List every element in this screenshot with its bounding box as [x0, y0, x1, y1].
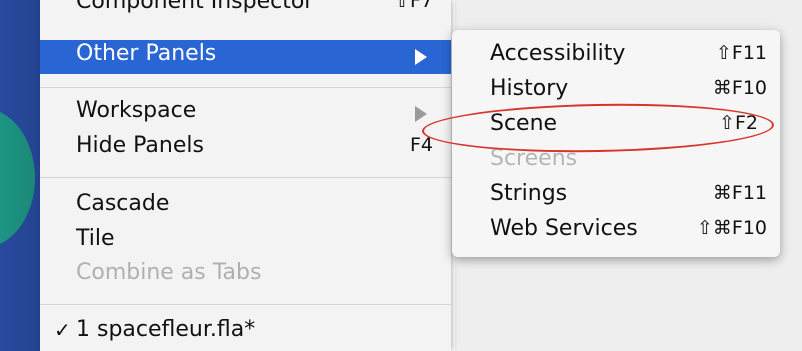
- checkmark-icon: ✓: [54, 318, 71, 342]
- window-menu: Component Inspector ⇧F7 Other Panels Wor…: [40, 0, 451, 351]
- submenu-item-accessibility[interactable]: Accessibility ⇧F11: [452, 40, 780, 74]
- app-background: [0, 0, 40, 351]
- submenu-arrow-icon: [415, 49, 427, 65]
- menu-item-hide-panels[interactable]: Hide Panels F4: [40, 132, 451, 166]
- menu-item-component-inspector[interactable]: Component Inspector ⇧F7: [40, 0, 451, 22]
- menu-item-other-panels[interactable]: Other Panels: [40, 40, 451, 74]
- menu-separator: [40, 87, 451, 88]
- menu-item-tile[interactable]: Tile: [40, 225, 451, 259]
- menu-separator: [40, 304, 451, 305]
- menu-item-workspace[interactable]: Workspace: [40, 97, 451, 131]
- submenu-arrow-icon: [415, 106, 427, 122]
- menu-separator: [40, 177, 451, 178]
- submenu-item-strings[interactable]: Strings ⌘F11: [452, 180, 780, 214]
- menu-item-open-document[interactable]: ✓ 1 spacefleur.fla*: [40, 316, 451, 350]
- submenu-item-web-services[interactable]: Web Services ⇧⌘F10: [452, 215, 780, 249]
- menu-item-cascade[interactable]: Cascade: [40, 190, 451, 224]
- menu-item-combine-as-tabs: Combine as Tabs: [76, 260, 262, 285]
